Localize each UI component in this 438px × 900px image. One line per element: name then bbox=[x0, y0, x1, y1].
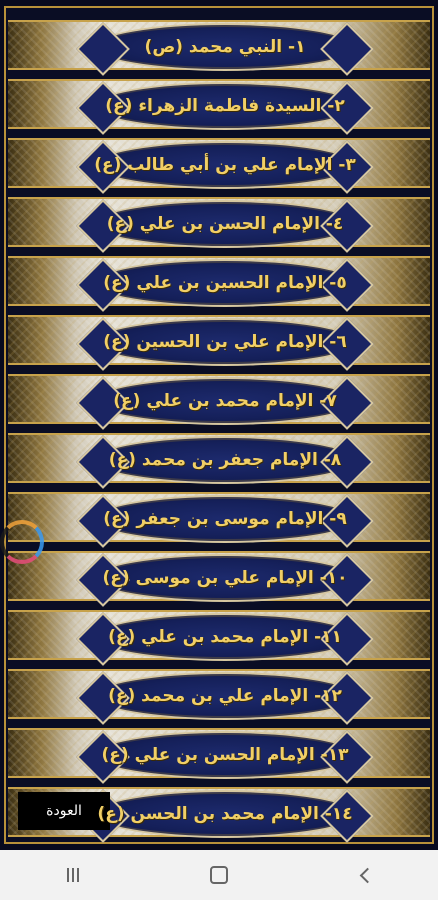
menu-item-label: ٤- الإمام الحسن بن علي (ع) bbox=[106, 214, 344, 234]
recent-apps-icon bbox=[67, 868, 79, 882]
app-screen: ١- النبي محمد (ص) ٢- السيدة فاطمة الزهرا… bbox=[0, 0, 438, 850]
menu-item-label: ٢- السيدة فاطمة الزهراء (ع) bbox=[105, 96, 345, 116]
menu-item-9[interactable]: ٩- الإمام موسى بن جعفر (ع) bbox=[8, 492, 430, 543]
android-nav-bar bbox=[0, 850, 438, 900]
menu-item-label: ٦- الإمام علي بن الحسين (ع) bbox=[103, 332, 347, 352]
home-icon bbox=[210, 866, 228, 884]
menu-item-1[interactable]: ١- النبي محمد (ص) bbox=[8, 20, 430, 71]
menu-item-label: ١٤- الإمام محمد بن الحسن (ع) bbox=[97, 804, 353, 824]
cartouche: ١٠- الإمام علي بن موسى (ع) bbox=[94, 554, 356, 602]
cartouche: ٨- الإمام جعفر بن محمد (ع) bbox=[94, 436, 356, 484]
menu-item-label: ٥- الإمام الحسين بن علي (ع) bbox=[103, 273, 347, 293]
menu-item-12[interactable]: ١٢- الإمام علي بن محمد (ع) bbox=[8, 669, 430, 720]
loading-spinner-icon bbox=[0, 520, 44, 564]
cartouche: ١١- الإمام محمد بن علي (ع) bbox=[94, 613, 356, 661]
menu-item-label: ١١- الإمام محمد بن علي (ع) bbox=[108, 627, 342, 647]
cartouche: ١٢- الإمام علي بن محمد (ع) bbox=[94, 672, 356, 720]
menu-item-13[interactable]: ١٣- الإمام الحسن بن علي (ع) bbox=[8, 728, 430, 779]
menu-item-label: ٧- الإمام محمد بن علي (ع) bbox=[113, 391, 337, 411]
menu-item-label: ١- النبي محمد (ص) bbox=[144, 37, 306, 57]
menu-item-10[interactable]: ١٠- الإمام علي بن موسى (ع) bbox=[8, 551, 430, 602]
menu-item-4[interactable]: ٤- الإمام الحسن بن علي (ع) bbox=[8, 197, 430, 248]
menu-item-8[interactable]: ٨- الإمام جعفر بن محمد (ع) bbox=[8, 433, 430, 484]
cartouche: ١- النبي محمد (ص) bbox=[94, 23, 356, 71]
cartouche: ١٤- الإمام محمد بن الحسن (ع) bbox=[94, 790, 356, 838]
menu-item-11[interactable]: ١١- الإمام محمد بن علي (ع) bbox=[8, 610, 430, 661]
menu-item-label: ١٣- الإمام الحسن بن علي (ع) bbox=[101, 745, 349, 765]
menu-item-5[interactable]: ٥- الإمام الحسين بن علي (ع) bbox=[8, 256, 430, 307]
back-button[interactable]: العودة bbox=[18, 792, 110, 830]
menu-item-label: ١٠- الإمام علي بن موسى (ع) bbox=[102, 568, 348, 588]
cartouche: ١٣- الإمام الحسن بن علي (ع) bbox=[94, 731, 356, 779]
menu-item-label: ٣- الإمام علي بن أبي طالب (ع) bbox=[94, 155, 356, 175]
home-button[interactable] bbox=[189, 855, 249, 895]
cartouche: ٤- الإمام الحسن بن علي (ع) bbox=[94, 200, 356, 248]
back-icon bbox=[359, 867, 375, 883]
menu-item-7[interactable]: ٧- الإمام محمد بن علي (ع) bbox=[8, 374, 430, 425]
recent-apps-button[interactable] bbox=[43, 855, 103, 895]
cartouche: ٢- السيدة فاطمة الزهراء (ع) bbox=[94, 82, 356, 130]
system-back-button[interactable] bbox=[335, 855, 395, 895]
menu-item-label: ٩- الإمام موسى بن جعفر (ع) bbox=[103, 509, 347, 529]
menu-item-label: ١٢- الإمام علي بن محمد (ع) bbox=[108, 686, 342, 706]
menu-item-2[interactable]: ٢- السيدة فاطمة الزهراء (ع) bbox=[8, 79, 430, 130]
cartouche: ٣- الإمام علي بن أبي طالب (ع) bbox=[94, 141, 356, 189]
cartouche: ٧- الإمام محمد بن علي (ع) bbox=[94, 377, 356, 425]
menu-item-6[interactable]: ٦- الإمام علي بن الحسين (ع) bbox=[8, 315, 430, 366]
menu-item-label: ٨- الإمام جعفر بن محمد (ع) bbox=[108, 450, 342, 470]
cartouche: ٩- الإمام موسى بن جعفر (ع) bbox=[94, 495, 356, 543]
cartouche: ٦- الإمام علي بن الحسين (ع) bbox=[94, 318, 356, 366]
menu-item-3[interactable]: ٣- الإمام علي بن أبي طالب (ع) bbox=[8, 138, 430, 189]
cartouche: ٥- الإمام الحسين بن علي (ع) bbox=[94, 259, 356, 307]
